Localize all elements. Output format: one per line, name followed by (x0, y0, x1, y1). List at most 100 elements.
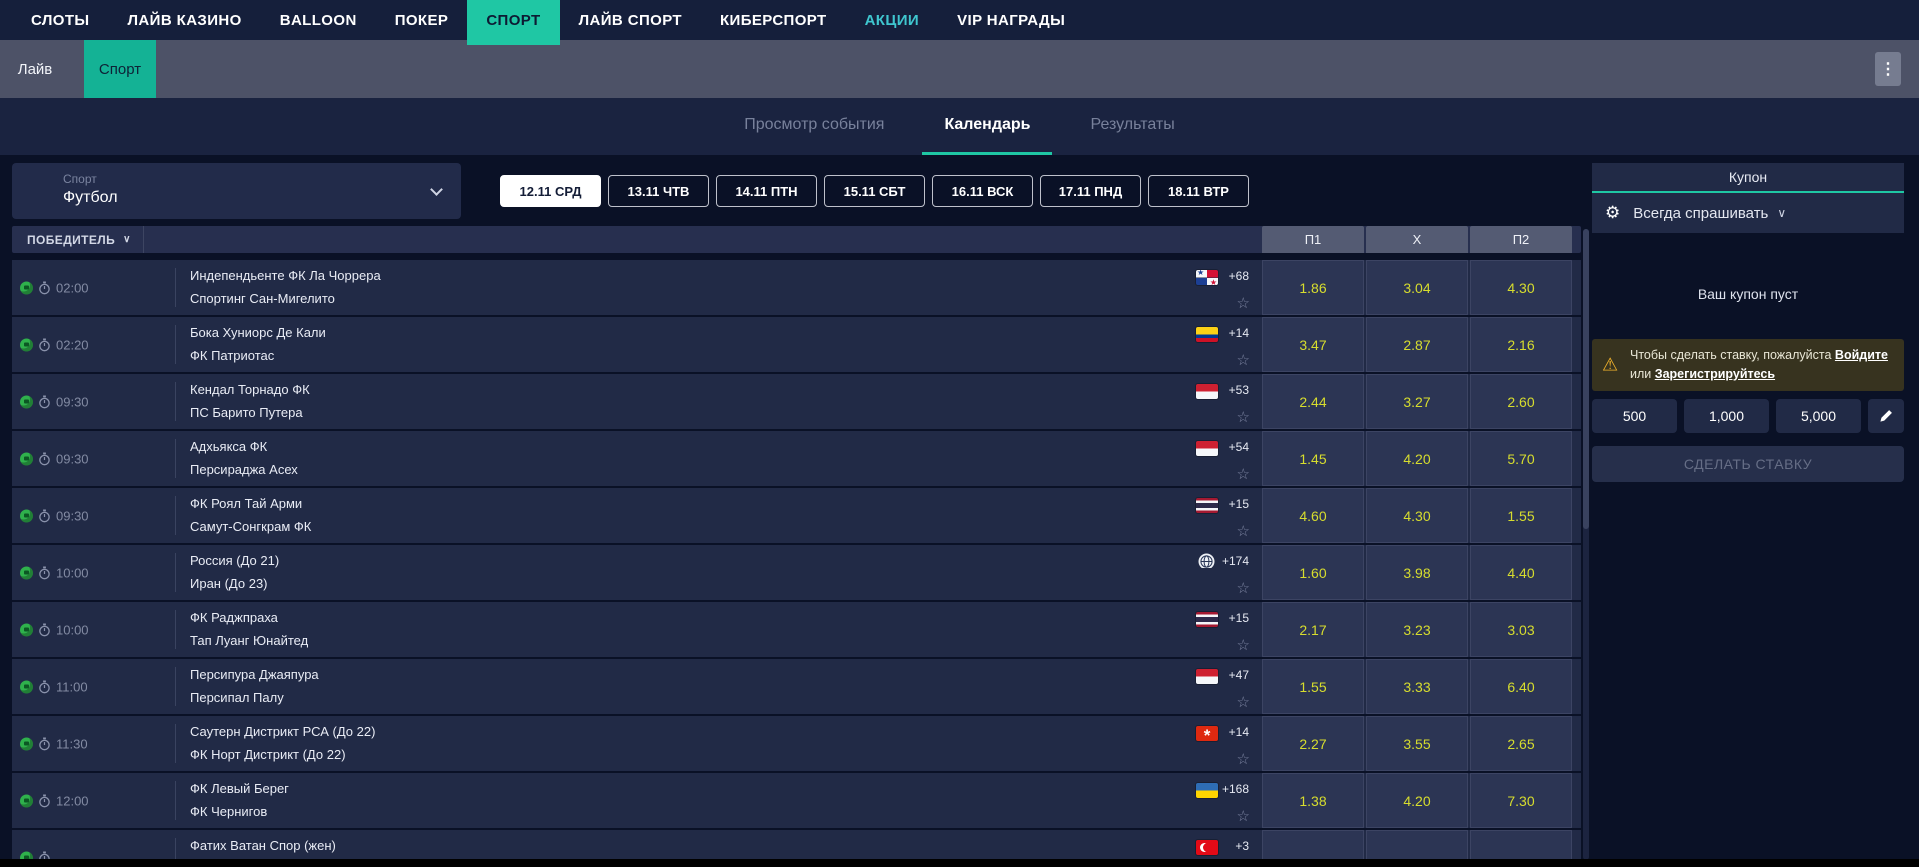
quick-stake-button[interactable]: 500 (1592, 399, 1677, 433)
row-divider (175, 838, 176, 860)
coupon-ask-mode-dropdown[interactable]: ⚙ Всегда спрашивать ∨ (1592, 193, 1904, 233)
odds-cell-p2[interactable]: 2.65 (1470, 716, 1572, 771)
login-link[interactable]: Войдите (1835, 348, 1888, 362)
favorite-star-icon[interactable]: ☆ (1237, 465, 1250, 483)
event-start-time: 11:00 (56, 679, 88, 694)
odds-cell-p2[interactable]: 2.60 (1470, 374, 1572, 429)
top-nav-item[interactable]: ПОКЕР (376, 0, 468, 40)
favorite-star-icon[interactable]: ☆ (1237, 636, 1250, 654)
date-button[interactable]: 16.11 ВСК (932, 175, 1033, 207)
favorite-star-icon[interactable]: ☆ (1237, 408, 1250, 426)
odds-cell-p2[interactable]: 5.70 (1470, 431, 1572, 486)
view-tab[interactable]: Календарь (922, 98, 1052, 155)
quick-stake-row: 5001,0005,000 (1592, 399, 1904, 433)
market-type-dropdown[interactable]: ПОБЕДИТЕЛЬ ∨ (12, 226, 144, 253)
event-row[interactable]: 12:00 ФК Левый Берег ФК Чернигов +168 ☆ … (12, 773, 1581, 828)
top-nav-item[interactable]: КИБЕРСПОРТ (701, 0, 846, 40)
event-row[interactable]: 11:30 Саутерн Дистрикт РСА (До 22) ФК Но… (12, 716, 1581, 771)
odds-cell-p2[interactable]: 6.40 (1470, 659, 1572, 714)
view-tab[interactable]: Просмотр события (722, 98, 906, 155)
indonesia-flag-icon (1196, 441, 1218, 456)
favorite-star-icon[interactable]: ☆ (1237, 693, 1250, 711)
date-button[interactable]: 15.11 СБТ (824, 175, 925, 207)
event-row[interactable]: 02:00 Индепендьенте ФК Ла Чоррера Спорти… (12, 260, 1581, 315)
odds-cell-p1[interactable]: 4.60 (1262, 488, 1364, 543)
row-divider (175, 610, 176, 649)
odds-cell-p2[interactable]: 1.55 (1470, 488, 1572, 543)
odds-cell-p1[interactable]: 2.44 (1262, 374, 1364, 429)
column-header-x: X (1366, 226, 1468, 253)
odds-cell-p1[interactable]: 1.86 (1262, 260, 1364, 315)
top-nav-item[interactable]: СПОРТ (467, 0, 559, 40)
event-row[interactable]: 11:00 Персипура Джаяпура Персипал Палу +… (12, 659, 1581, 714)
quick-stake-button[interactable]: 5,000 (1776, 399, 1861, 433)
odds-cell-p2[interactable] (1470, 830, 1572, 860)
date-button[interactable]: 18.11 ВТР (1148, 175, 1249, 207)
favorite-star-icon[interactable]: ☆ (1237, 579, 1250, 597)
date-button[interactable]: 13.11 ЧТВ (608, 175, 709, 207)
favorite-star-icon[interactable]: ☆ (1237, 294, 1250, 312)
odds-cell-x[interactable]: 3.55 (1366, 716, 1468, 771)
odds-cell-p1[interactable]: 3.47 (1262, 317, 1364, 372)
favorite-star-icon[interactable]: ☆ (1237, 522, 1250, 540)
odds-cell-x[interactable]: 3.33 (1366, 659, 1468, 714)
odds-cell-p1[interactable]: 1.38 (1262, 773, 1364, 828)
place-bet-button[interactable]: СДЕЛАТЬ СТАВКУ (1592, 446, 1904, 482)
odds-cell-p1[interactable]: 1.55 (1262, 659, 1364, 714)
odds-cell-x[interactable]: 3.27 (1366, 374, 1468, 429)
date-button[interactable]: 12.11 СРД (500, 175, 601, 207)
odds-cell-x[interactable]: 2.87 (1366, 317, 1468, 372)
top-nav-item[interactable]: VIP НАГРАДЫ (938, 0, 1084, 40)
favorite-star-icon[interactable]: ☆ (1237, 807, 1250, 825)
register-link[interactable]: Зарегистрируйтесь (1655, 367, 1775, 381)
odds-cell-p2[interactable]: 4.40 (1470, 545, 1572, 600)
ukraine-flag-icon (1196, 783, 1218, 798)
odds-cell-p1[interactable]: 2.17 (1262, 602, 1364, 657)
soccer-ball-icon (20, 737, 33, 750)
panama-flag-icon (1196, 270, 1218, 285)
odds-cell-x[interactable]: 3.23 (1366, 602, 1468, 657)
sport-select[interactable]: Спорт Футбол (12, 163, 461, 219)
odds-cell-p2[interactable]: 4.30 (1470, 260, 1572, 315)
event-row[interactable]: 09:30 Адхьякса ФК Персираджа Асех +54 ☆ … (12, 431, 1581, 486)
event-row[interactable]: 10:00 Россия (До 21) Иран (До 23) +174 ☆… (12, 545, 1581, 600)
event-row[interactable]: 10:00 ФК Раджпраха Тап Луанг Юнайтед +15… (12, 602, 1581, 657)
odds-cell-x[interactable]: 4.30 (1366, 488, 1468, 543)
sub-nav: ЛайвСпорт (0, 40, 1919, 98)
date-button[interactable]: 14.11 ПТН (716, 175, 817, 207)
row-divider (175, 496, 176, 535)
odds-cell-p1[interactable]: 1.60 (1262, 545, 1364, 600)
odds-cell-x[interactable]: 3.98 (1366, 545, 1468, 600)
odds-cell-p2[interactable]: 3.03 (1470, 602, 1572, 657)
top-nav-item[interactable]: BALLOON (261, 0, 376, 40)
odds-cell-x[interactable]: 4.20 (1366, 773, 1468, 828)
odds-cell-p2[interactable]: 2.16 (1470, 317, 1572, 372)
event-row[interactable]: Фатих Ватан Спор (жен) +3 ☆ (12, 830, 1581, 860)
date-button[interactable]: 17.11 ПНД (1040, 175, 1141, 207)
odds-cell-p1[interactable]: 2.27 (1262, 716, 1364, 771)
favorite-star-icon[interactable]: ☆ (1237, 351, 1250, 369)
odds-cell-x[interactable] (1366, 830, 1468, 860)
favorite-star-icon[interactable]: ☆ (1237, 750, 1250, 768)
more-options-button[interactable]: ⋮ (1875, 52, 1901, 86)
view-tab[interactable]: Результаты (1068, 98, 1196, 155)
sub-nav-item[interactable]: Спорт (84, 40, 156, 98)
odds-cell-x[interactable]: 4.20 (1366, 431, 1468, 486)
odds-cell-p1[interactable]: 1.45 (1262, 431, 1364, 486)
quick-stake-button[interactable]: 1,000 (1684, 399, 1769, 433)
top-nav-item[interactable]: ЛАЙВ КАЗИНО (109, 0, 261, 40)
home-team-name: Фатих Ватан Спор (жен) (190, 838, 336, 853)
event-row[interactable]: 09:30 ФК Роял Тай Арми Самут-Сонгкрам ФК… (12, 488, 1581, 543)
top-nav-item[interactable]: АКЦИИ (846, 0, 939, 40)
odds-cell-p2[interactable]: 7.30 (1470, 773, 1572, 828)
sub-nav-item[interactable]: Лайв (0, 40, 70, 98)
event-row[interactable]: 02:20 Бока Хуниорс Де Кали ФК Патриотас … (12, 317, 1581, 372)
event-row[interactable]: 09:30 Кендал Торнадо ФК ПС Барито Путера… (12, 374, 1581, 429)
scrollbar[interactable] (1583, 229, 1589, 860)
odds-cell-x[interactable]: 3.04 (1366, 260, 1468, 315)
scrollbar-thumb[interactable] (1583, 229, 1589, 529)
odds-cell-p1[interactable] (1262, 830, 1364, 860)
top-nav-item[interactable]: СЛОТЫ (12, 0, 109, 40)
top-nav-item[interactable]: ЛАЙВ СПОРТ (560, 0, 701, 40)
edit-stake-button[interactable] (1868, 399, 1904, 433)
